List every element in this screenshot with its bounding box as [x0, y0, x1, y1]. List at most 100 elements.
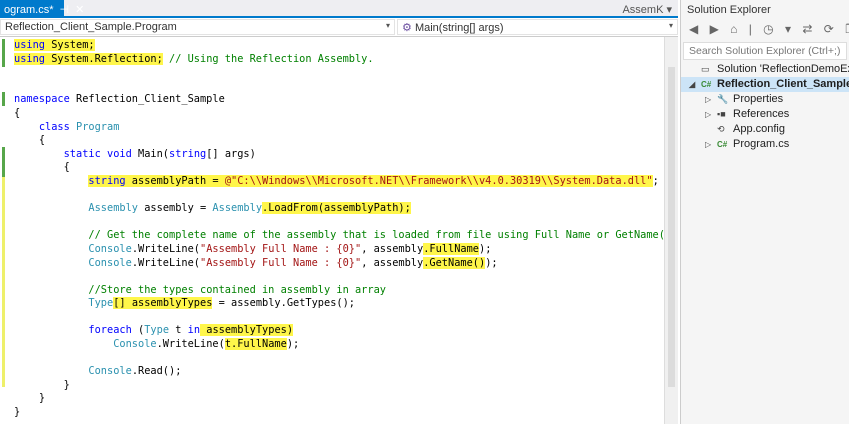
code-token: Console: [88, 256, 132, 269]
code-token: Type: [144, 324, 170, 337]
search-input[interactable]: Search Solution Explorer (Ctrl+;): [683, 42, 847, 60]
code-token: foreach: [88, 324, 132, 337]
code-token: assemblyPath =: [125, 174, 225, 187]
code-token: Reflection_Client_Sample: [69, 93, 225, 106]
code-line: }: [14, 379, 671, 393]
config-icon: ⟲: [717, 124, 725, 134]
code-token: );: [479, 242, 492, 255]
tree-item-references[interactable]: ▷ ▪■ References: [681, 107, 849, 122]
code-token: .Read();: [131, 365, 182, 378]
code-token: Assembly: [212, 202, 263, 215]
code-line: Type[] assemblyTypes = assembly.GetTypes…: [14, 297, 671, 311]
code-token: );: [286, 338, 300, 351]
panel-title: Solution Explorer: [687, 4, 771, 16]
code-token: class: [38, 120, 70, 133]
code-token: [] assemblyTypes: [113, 297, 213, 310]
tab-overflow-dropdown[interactable]: AssemK ▾: [622, 3, 672, 16]
csharp-file-icon: C#: [717, 140, 728, 149]
saved-change-marker: [2, 92, 5, 106]
code-token: .WriteLine(: [156, 338, 225, 351]
code-editor[interactable]: using System; using System.Reflection; //…: [0, 37, 671, 424]
expander-icon[interactable]: ▷: [705, 95, 717, 104]
chevron-down-icon: ▾: [668, 21, 673, 30]
code-token: //Store the types contained in assembly …: [88, 283, 386, 296]
member-dropdown-value: Main(string[] args): [414, 22, 504, 34]
code-token: (: [131, 324, 145, 337]
solution-icon: ▭: [701, 64, 710, 74]
close-icon[interactable]: ✕: [75, 4, 84, 16]
code-text: using System; using System.Reflection; //…: [14, 39, 671, 420]
code-token: , assembly: [361, 256, 424, 269]
type-dropdown[interactable]: Reflection_Client_Sample.Program ▾: [0, 19, 395, 35]
code-token: System;: [45, 39, 95, 51]
code-token: System.Reflection;: [45, 52, 163, 65]
code-token: // Using the Reflection Assembly.: [162, 52, 374, 65]
tree-item-label: Program.cs: [733, 138, 790, 150]
code-token: in: [187, 324, 201, 337]
code-token: ;: [652, 174, 659, 187]
code-token: , assembly: [361, 242, 424, 255]
code-token: Program: [69, 120, 120, 133]
code-token: .WriteLine(: [131, 242, 201, 255]
pin-icon[interactable]: ⊣: [60, 4, 70, 16]
code-token: {: [14, 106, 21, 119]
code-token: "Assembly Full Name : {0}": [200, 256, 362, 269]
tree-item-properties[interactable]: ▷ 🔧 Properties: [681, 92, 849, 107]
scrollbar-thumb[interactable]: [668, 67, 675, 387]
code-token: {: [63, 161, 70, 174]
code-token: t.FullName: [224, 338, 287, 351]
code-token: // Get the complete name of the assembly…: [88, 229, 672, 242]
code-token: "Assembly Full Name : {0}": [200, 242, 362, 255]
code-token: Console: [113, 338, 157, 351]
tree-item-label: Solution 'ReflectionDemoExam: [717, 63, 849, 75]
code-token: using: [14, 52, 45, 65]
expander-icon[interactable]: ◢: [689, 80, 701, 89]
code-token: }: [63, 378, 70, 391]
solution-explorer-toolbar[interactable]: ◀ ▶ ⌂ | ◷ ▾ ⇄ ⟳ ❐ ▣: [681, 20, 849, 40]
document-tab-bar: ogram.cs* ⊣ ✕ AssemK ▾: [0, 0, 678, 18]
code-token: static void: [63, 147, 132, 160]
solution-tree: ▭ Solution 'ReflectionDemoExam ◢C#Reflect…: [681, 62, 849, 152]
tree-item-project[interactable]: ◢ C# Reflection_Client_Sample: [681, 77, 849, 92]
vertical-scrollbar[interactable]: [665, 37, 678, 424]
tree-item-label: App.config: [733, 123, 785, 135]
code-token: .FullName: [423, 242, 479, 255]
tab-title: ogram.cs*: [4, 4, 54, 16]
code-token: Main(: [131, 147, 170, 160]
code-line: Assembly assembly = Assembly.LoadFrom(as…: [14, 202, 671, 216]
code-token: [] args): [206, 147, 256, 160]
tree-item-solution[interactable]: ▭ Solution 'ReflectionDemoExam: [681, 62, 849, 77]
code-line: namespace Reflection_Client_Sample: [14, 93, 671, 107]
code-line: //Store the types contained in assembly …: [14, 284, 671, 298]
code-line: {: [14, 134, 671, 148]
code-token: {: [38, 134, 46, 147]
code-token: Type: [88, 297, 114, 310]
code-line: Console.WriteLine(t.FullName);: [14, 338, 671, 352]
code-line: {: [14, 107, 671, 121]
change-margin: [0, 37, 12, 424]
member-dropdown[interactable]: ⚙ Main(string[] args) ▾: [397, 19, 678, 35]
expander-icon[interactable]: ▷: [705, 140, 717, 149]
tree-item-label: Properties: [733, 93, 784, 105]
unsaved-change-marker: [2, 177, 5, 387]
tree-item-app-config[interactable]: ⟲ App.config: [681, 122, 849, 137]
code-token: }: [38, 392, 46, 405]
code-line: using System;: [14, 39, 671, 53]
code-line: using System.Reflection; // Using the Re…: [14, 52, 671, 67]
code-line: {: [14, 161, 671, 175]
tree-item-program-cs[interactable]: ▷ C# Program.cs: [681, 137, 849, 152]
code-token: }: [14, 406, 21, 419]
code-line: Console.Read();: [14, 365, 671, 379]
code-token: Assembly: [88, 202, 139, 215]
code-token: .GetName(): [423, 256, 486, 269]
saved-change-marker: [2, 147, 5, 177]
tab-program-cs[interactable]: ogram.cs* ⊣ ✕: [0, 0, 84, 18]
code-token: using: [14, 39, 45, 51]
expander-icon[interactable]: ▷: [705, 110, 717, 119]
code-token: t: [169, 324, 188, 337]
